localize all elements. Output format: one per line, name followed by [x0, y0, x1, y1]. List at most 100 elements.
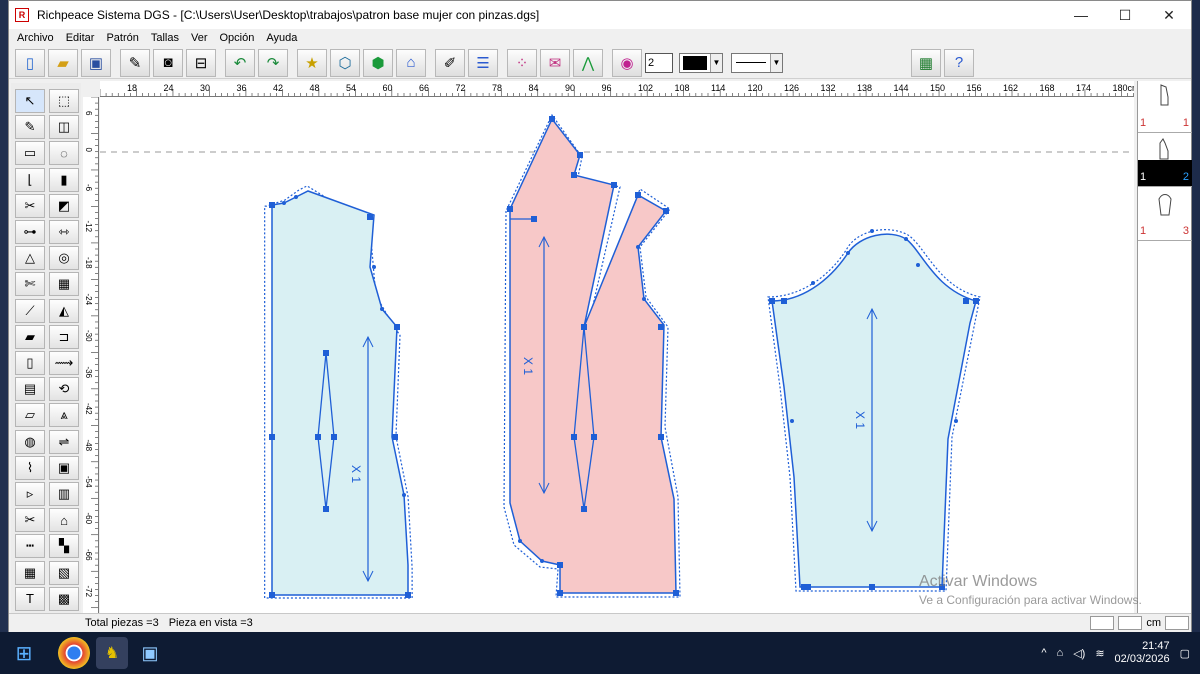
close-button[interactable]: ✕ — [1147, 1, 1191, 29]
curve-point[interactable] — [846, 251, 850, 255]
control-point[interactable] — [591, 434, 597, 440]
control-point[interactable] — [531, 216, 537, 222]
curve-point[interactable] — [518, 539, 522, 543]
notch-icon[interactable]: ⊐ — [49, 324, 79, 349]
control-point[interactable] — [315, 434, 321, 440]
control-point[interactable] — [611, 182, 617, 188]
thumbnail-piece-1[interactable]: 1 1 — [1138, 81, 1192, 133]
mirror-icon[interactable]: ⇌ — [49, 429, 79, 454]
new-file-icon[interactable]: ▯ — [15, 48, 45, 77]
curve-point[interactable] — [540, 559, 544, 563]
camera-icon[interactable]: ◙ — [153, 48, 183, 77]
open-folder-icon[interactable]: ▰ — [48, 48, 78, 77]
control-point[interactable] — [571, 434, 577, 440]
control-point[interactable] — [869, 584, 875, 590]
menu-ayuda[interactable]: Ayuda — [260, 32, 303, 44]
pattern-canvas[interactable]: X 1 X 1 X 1 — [100, 97, 1134, 613]
control-point[interactable] — [963, 298, 969, 304]
rotate-icon[interactable]: ⟲ — [49, 377, 79, 402]
curve-point[interactable] — [870, 229, 874, 233]
line-thickness-input[interactable]: 2 — [645, 52, 673, 73]
pattern-view-icon[interactable]: ⬡ — [330, 48, 360, 77]
fill-piece-icon[interactable]: ⬢ — [363, 48, 393, 77]
wifi-icon[interactable]: ≋ — [1095, 647, 1104, 660]
control-point[interactable] — [781, 298, 787, 304]
digitizer-icon[interactable]: ✎ — [120, 48, 150, 77]
measure-icon[interactable]: ⌇ — [15, 455, 45, 480]
pants-icon[interactable]: ⩓ — [49, 403, 79, 428]
control-point[interactable] — [367, 214, 373, 220]
piece-sleeve[interactable]: X 1 — [767, 229, 981, 592]
tag-icon[interactable]: ⌂ — [49, 508, 79, 533]
control-point[interactable] — [507, 206, 513, 212]
line-icon[interactable]: ⟿ — [49, 351, 79, 375]
menu-ver[interactable]: Ver — [185, 32, 214, 44]
piece-front[interactable]: X 1 — [503, 113, 681, 598]
windows-start-icon[interactable]: ⊞ — [8, 637, 40, 669]
mail-icon[interactable]: ✉ — [540, 48, 570, 77]
save-icon[interactable]: ▣ — [81, 48, 111, 77]
grade-icon[interactable]: ◩ — [49, 193, 79, 218]
volume-icon[interactable]: ◁) — [1073, 647, 1085, 660]
layout-icon[interactable]: ☰ — [468, 48, 498, 77]
control-point[interactable] — [392, 434, 398, 440]
sheet-icon[interactable]: ▧ — [49, 560, 79, 585]
bottle-icon[interactable]: ▯ — [15, 351, 45, 375]
curve-point[interactable] — [282, 201, 286, 205]
control-point[interactable] — [577, 152, 583, 158]
pencil-icon[interactable]: ✎ — [15, 115, 45, 140]
button-icon[interactable]: ◎ — [49, 246, 79, 271]
control-point[interactable] — [557, 590, 563, 596]
control-point[interactable] — [658, 434, 664, 440]
menu-archivo[interactable]: Archivo — [11, 32, 60, 44]
control-point[interactable] — [269, 202, 275, 208]
cut-icon[interactable]: ✂ — [15, 193, 45, 218]
spiral-icon[interactable]: ◍ — [15, 429, 45, 454]
control-point[interactable] — [405, 592, 411, 598]
house-icon[interactable]: ⌂ — [396, 48, 426, 77]
curve-point[interactable] — [916, 263, 920, 267]
control-point[interactable] — [973, 298, 979, 304]
control-point[interactable] — [673, 590, 679, 596]
menu-tallas[interactable]: Tallas — [145, 32, 185, 44]
curve-point[interactable] — [811, 281, 815, 285]
ruler-icon[interactable]: ⟋ — [15, 298, 45, 323]
minimize-button[interactable]: — — [1059, 1, 1103, 29]
control-point[interactable] — [581, 324, 587, 330]
photos-icon[interactable]: ▣ — [134, 637, 166, 669]
plotter-icon[interactable]: ⊟ — [186, 48, 216, 77]
dots-grid-icon[interactable]: ⁘ — [507, 48, 537, 77]
mesh-icon[interactable]: ▦ — [49, 272, 79, 297]
help-icon[interactable]: ? — [944, 48, 974, 77]
control-point[interactable] — [269, 592, 275, 598]
control-point[interactable] — [635, 192, 641, 198]
piece-icon[interactable]: ◫ — [49, 115, 79, 140]
curve-point[interactable] — [642, 297, 646, 301]
piece-back[interactable]: X 1 — [264, 185, 413, 599]
control-point[interactable] — [658, 324, 664, 330]
control-point[interactable] — [663, 208, 669, 214]
curve-point[interactable] — [790, 419, 794, 423]
richpeace-app-icon[interactable]: ♞ — [96, 637, 128, 669]
curve-point[interactable] — [294, 195, 298, 199]
corner-icon[interactable]: ⌊ — [15, 167, 45, 192]
frame-icon[interactable]: ▣ — [49, 455, 79, 480]
scissors-icon[interactable]: ✄ — [15, 272, 45, 297]
dart-icon[interactable]: ◭ — [49, 298, 79, 323]
redo-icon[interactable]: ↷ — [258, 48, 288, 77]
triangle-icon[interactable]: △ — [15, 246, 45, 271]
brush-icon[interactable]: ✐ — [435, 48, 465, 77]
fold-icon[interactable]: ▰ — [15, 324, 45, 349]
skirt-icon[interactable]: ⏥ — [15, 403, 45, 428]
menu-editar[interactable]: Editar — [60, 32, 101, 44]
color-wheel-icon[interactable]: ◉ — [612, 48, 642, 77]
menu-patron[interactable]: Patrón — [100, 32, 144, 44]
control-point[interactable] — [331, 434, 337, 440]
table-icon[interactable]: ▦ — [15, 560, 45, 585]
chrome-icon[interactable] — [58, 637, 90, 669]
thumbnail-piece-3[interactable]: 1 3 — [1138, 189, 1192, 241]
control-point[interactable] — [581, 506, 587, 512]
tape-icon[interactable]: ⊶ — [15, 220, 45, 244]
curve-point[interactable] — [380, 307, 384, 311]
camera-tray-icon[interactable]: ⌂ — [1057, 647, 1064, 659]
